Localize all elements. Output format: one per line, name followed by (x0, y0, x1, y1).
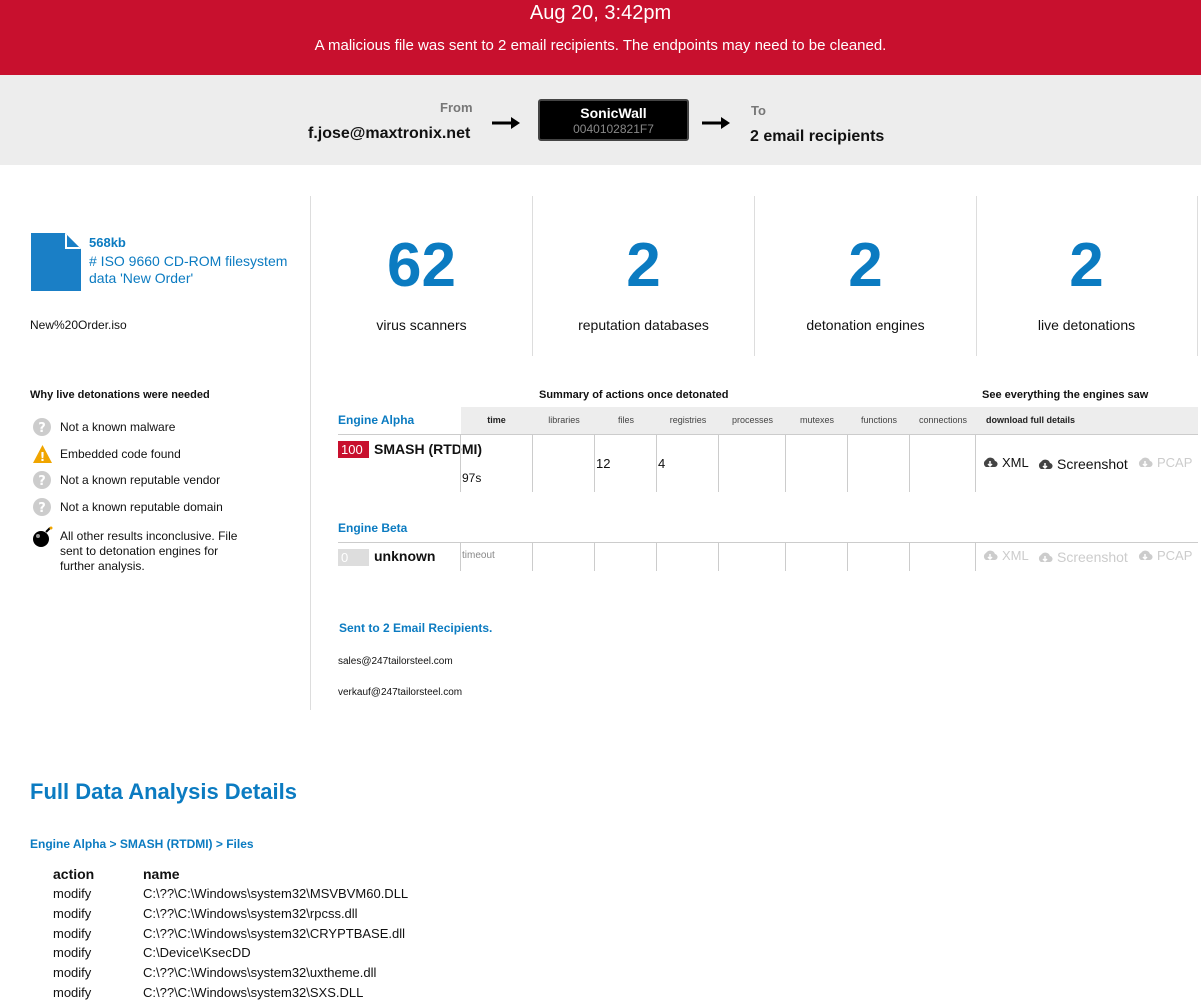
table-row: modify C:\??\C:\Windows\system32\SXS.DLL (53, 985, 364, 1000)
svg-text:?: ? (38, 474, 46, 489)
question-icon: ? (32, 417, 53, 438)
download-screenshot-button: Screenshot (1037, 549, 1128, 565)
why-item: ? Not a known reputable domain (32, 497, 250, 518)
engine-alpha-registries: 4 (658, 456, 666, 471)
download-screenshot-button[interactable]: Screenshot (1037, 456, 1128, 472)
col-header-mutexes: mutexes (799, 415, 834, 425)
cloud-download-icon (1138, 550, 1153, 561)
engine-beta-score: 0 (338, 549, 369, 566)
to-label: To (751, 103, 766, 118)
route-bar: From f.jose@maxtronix.net SonicWall 0040… (0, 75, 1201, 165)
col-header-registries: registries (669, 415, 707, 425)
col-header-download: download full details (986, 415, 1076, 425)
svg-text:?: ? (38, 421, 46, 436)
device-serial: 0040102821F7 (573, 122, 654, 136)
svg-text:!: ! (40, 450, 45, 464)
device-badge: SonicWall 0040102821F7 (538, 99, 689, 141)
download-xml-button[interactable]: XML (982, 455, 1029, 470)
bomb-icon (32, 526, 53, 547)
breadcrumb[interactable]: Engine Alpha > SMASH (RTDMI) > Files (30, 837, 254, 851)
stat-reputation-databases: 2 reputation databases (578, 231, 709, 333)
engine-alpha-verdict: SMASH (RTDMI) (374, 441, 483, 457)
arrow-right-icon (491, 111, 521, 137)
engine-beta-verdict: unknown (374, 548, 436, 564)
row-divider (338, 434, 1198, 435)
col-header-files: files (617, 415, 634, 425)
question-icon: ? (32, 497, 53, 518)
stat-virus-scanners: 62 virus scanners (376, 231, 467, 333)
engine-beta-name: Engine Beta (338, 521, 408, 535)
download-xml-button: XML (982, 548, 1029, 563)
file-icon (31, 233, 81, 291)
cloud-download-icon (983, 550, 998, 561)
col-header-connections: connections (918, 415, 968, 425)
from-address[interactable]: f.jose@maxtronix.net (308, 125, 470, 143)
table-row: modify C:\Device\KsecDD (53, 945, 251, 960)
alert-message: A malicious file was sent to 2 email rec… (314, 37, 887, 54)
download-pcap-button: PCAP (1137, 548, 1192, 563)
question-icon: ? (32, 470, 53, 491)
file-type: # ISO 9660 CD-ROM filesystem data 'New O… (89, 253, 288, 286)
recipient-email[interactable]: verkauf@247tailorsteel.com (338, 687, 462, 698)
engine-alpha-name: Engine Alpha (338, 413, 415, 427)
engine-alpha-time: 97s (462, 471, 482, 485)
see-everything-title: See everything the engines saw (982, 389, 1149, 401)
stat-detonation-engines: 2 detonation engines (806, 231, 925, 333)
col-header-functions: functions (860, 415, 898, 425)
why-item: ? Not a known reputable vendor (32, 470, 250, 491)
why-title: Why live detonations were needed (30, 389, 210, 401)
col-header-processes: processes (731, 415, 774, 425)
file-size: 568kb (89, 235, 126, 250)
svg-text:?: ? (38, 501, 46, 516)
summary-title: Summary of actions once detonated (539, 389, 729, 401)
arrow-right-icon (701, 111, 731, 137)
table-header: action name (53, 866, 180, 882)
cloud-download-icon (1038, 552, 1053, 562)
from-label: From (440, 100, 473, 115)
table-row: modify C:\??\C:\Windows\system32\CRYPTBAS… (53, 926, 406, 941)
stat-live-detonations: 2 live detonations (1037, 231, 1136, 333)
table-row: modify C:\??\C:\Windows\system32\MSVBVM60… (53, 886, 409, 901)
recipient-email[interactable]: sales@247tailorsteel.com (338, 656, 453, 667)
warning-icon: ! (32, 444, 53, 465)
alert-date: Aug 20, 3:42pm (529, 2, 672, 24)
to-recipients[interactable]: 2 email recipients (750, 128, 884, 146)
col-name-header: name (143, 866, 180, 882)
engine-alpha-files: 12 (596, 456, 611, 471)
cloud-download-icon (983, 457, 998, 468)
cloud-download-icon (1038, 459, 1053, 469)
engine-alpha-score: 100 (338, 441, 369, 458)
col-action-header: action (53, 866, 95, 882)
alert-banner: Aug 20, 3:42pm A malicious file was sent… (0, 0, 1201, 75)
file-name: New%20Order.iso (30, 318, 127, 332)
download-pcap-button: PCAP (1137, 455, 1192, 470)
why-item: All other results inconclusive. File sen… (32, 526, 250, 574)
col-header-time: time (487, 415, 506, 425)
why-item: ! Embedded code found (32, 444, 250, 465)
full-details-title: Full Data Analysis Details (30, 779, 297, 804)
engine-beta-time: timeout (462, 550, 495, 561)
why-item: ? Not a known malware (32, 417, 250, 438)
table-row: modify C:\??\C:\Windows\system32\rpcss.dl… (53, 906, 358, 921)
col-header-libraries: libraries (548, 415, 580, 425)
table-row: modify C:\??\C:\Windows\system32\uxtheme.… (53, 965, 377, 980)
device-name: SonicWall (580, 105, 647, 121)
stat-divider (1197, 196, 1198, 356)
recipients-title: Sent to 2 Email Recipients. (339, 621, 493, 635)
cloud-download-icon (1138, 457, 1153, 468)
row-divider (338, 542, 1198, 543)
